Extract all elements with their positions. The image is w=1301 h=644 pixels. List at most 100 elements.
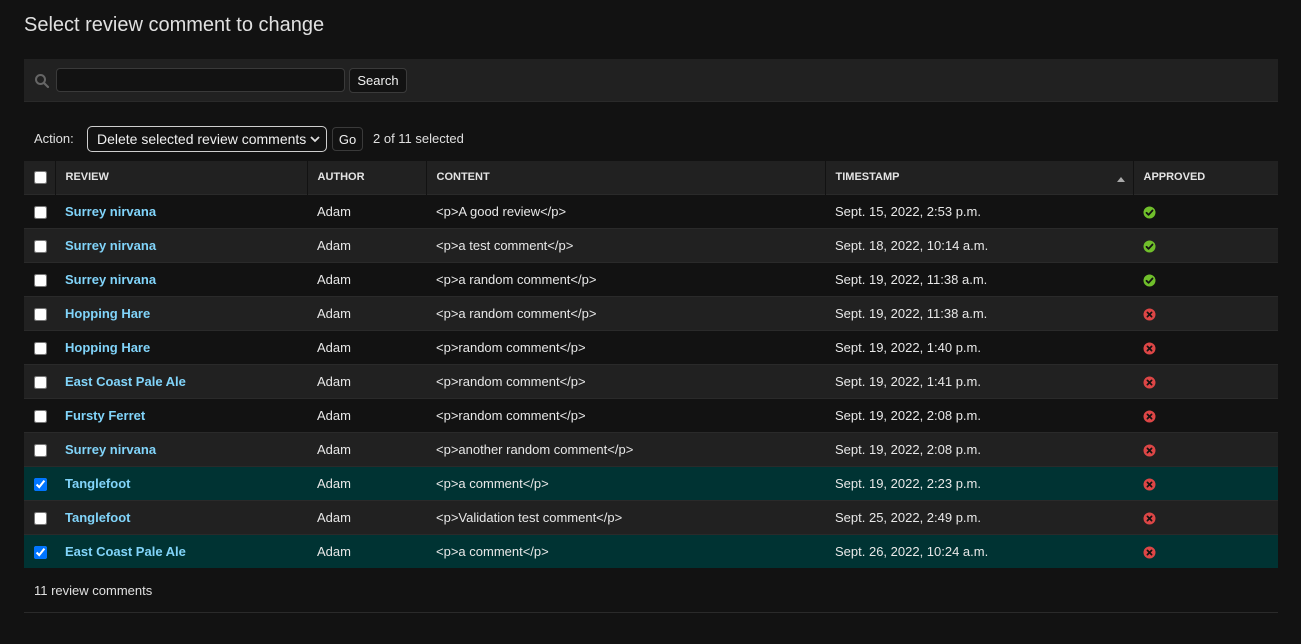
approved-cell	[1133, 227, 1278, 262]
row-select-cell	[24, 499, 55, 534]
table-header-row: REVIEW AUTHOR CONTENT TIMESTAMP APPROVED	[24, 161, 1279, 194]
review-link[interactable]: Hopping Hare	[65, 306, 150, 321]
author-cell: Adam	[307, 499, 426, 534]
x-circle-icon	[1143, 478, 1156, 491]
review-cell: Tanglefoot	[55, 499, 307, 534]
table-row: Surrey nirvana Adam <p>A good review</p>…	[24, 193, 1278, 228]
author-cell: Adam	[307, 397, 426, 432]
result-list-table: REVIEW AUTHOR CONTENT TIMESTAMP APPROVED…	[24, 161, 1279, 568]
content-cell: <p>a random comment</p>	[426, 295, 825, 330]
action-label: Action:	[34, 131, 74, 146]
table-row: Fursty Ferret Adam <p>random comment</p>…	[24, 397, 1278, 432]
review-link[interactable]: East Coast Pale Ale	[65, 374, 186, 389]
row-checkbox[interactable]	[34, 511, 47, 525]
search-input[interactable]	[56, 68, 345, 92]
x-circle-icon	[1143, 410, 1156, 423]
timestamp-cell: Sept. 19, 2022, 2:23 p.m.	[825, 465, 1133, 500]
row-select-cell	[24, 295, 55, 330]
content-cell: <p>Validation test comment</p>	[426, 499, 825, 534]
select-all-checkbox[interactable]	[34, 170, 47, 184]
review-link[interactable]: Surrey nirvana	[65, 442, 156, 457]
approved-cell	[1133, 295, 1278, 330]
review-link[interactable]: Fursty Ferret	[65, 408, 145, 423]
author-cell: Adam	[307, 363, 426, 398]
actions-bar: Action: Delete selected review comments …	[24, 126, 1278, 152]
row-checkbox[interactable]	[34, 545, 47, 559]
x-circle-icon	[1143, 546, 1156, 559]
content-cell: <p>random comment</p>	[426, 397, 825, 432]
approved-cell	[1133, 329, 1278, 364]
approved-cell	[1133, 193, 1278, 228]
review-cell: Surrey nirvana	[55, 227, 307, 262]
timestamp-cell: Sept. 19, 2022, 11:38 a.m.	[825, 261, 1133, 296]
approved-cell	[1133, 261, 1278, 296]
review-cell: Fursty Ferret	[55, 397, 307, 432]
timestamp-cell: Sept. 19, 2022, 11:38 a.m.	[825, 295, 1133, 330]
row-select-cell	[24, 465, 55, 500]
author-cell: Adam	[307, 533, 426, 568]
table-row: Surrey nirvana Adam <p>a random comment<…	[24, 261, 1278, 296]
review-link[interactable]: East Coast Pale Ale	[65, 544, 186, 559]
page-title: Select review comment to change	[24, 14, 325, 36]
review-link[interactable]: Hopping Hare	[65, 340, 150, 355]
row-select-cell	[24, 193, 55, 228]
content-cell: <p>A good review</p>	[426, 193, 825, 228]
review-link[interactable]: Surrey nirvana	[65, 272, 156, 287]
row-checkbox[interactable]	[34, 477, 47, 491]
row-checkbox[interactable]	[34, 375, 47, 389]
review-link[interactable]: Surrey nirvana	[65, 238, 156, 253]
column-header-content[interactable]: CONTENT	[426, 161, 826, 194]
sort-ascending-icon[interactable]	[1116, 177, 1125, 182]
timestamp-cell: Sept. 18, 2022, 10:14 a.m.	[825, 227, 1133, 262]
timestamp-cell: Sept. 26, 2022, 10:24 a.m.	[825, 533, 1133, 568]
timestamp-cell: Sept. 19, 2022, 2:08 p.m.	[825, 397, 1133, 432]
admin-content: Select review comment to change Search A…	[0, 0, 1301, 644]
approved-cell	[1133, 465, 1278, 500]
content-cell: <p>a random comment</p>	[426, 261, 825, 296]
row-checkbox[interactable]	[34, 205, 47, 219]
table-row: Surrey nirvana Adam <p>a test comment</p…	[24, 227, 1278, 262]
row-select-cell	[24, 363, 55, 398]
review-link[interactable]: Tanglefoot	[65, 510, 130, 525]
row-select-cell	[24, 397, 55, 432]
column-header-approved[interactable]: APPROVED	[1133, 161, 1279, 194]
review-link[interactable]: Surrey nirvana	[65, 204, 156, 219]
x-circle-icon	[1143, 342, 1156, 355]
row-checkbox[interactable]	[34, 409, 47, 423]
approved-cell	[1133, 363, 1278, 398]
column-header-author[interactable]: AUTHOR	[307, 161, 427, 194]
review-cell: Hopping Hare	[55, 329, 307, 364]
table-row: Hopping Hare Adam <p>a random comment</p…	[24, 295, 1278, 330]
table-row: Hopping Hare Adam <p>random comment</p> …	[24, 329, 1278, 364]
search-button[interactable]: Search	[349, 68, 407, 93]
row-checkbox[interactable]	[34, 307, 47, 321]
x-circle-icon	[1143, 444, 1156, 457]
check-circle-icon	[1143, 206, 1156, 219]
author-cell: Adam	[307, 193, 426, 228]
approved-cell	[1133, 397, 1278, 432]
approved-cell	[1133, 499, 1278, 534]
review-cell: East Coast Pale Ale	[55, 533, 307, 568]
author-cell: Adam	[307, 465, 426, 500]
check-circle-icon	[1143, 274, 1156, 287]
review-cell: Surrey nirvana	[55, 431, 307, 466]
review-link[interactable]: Tanglefoot	[65, 476, 130, 491]
row-checkbox[interactable]	[34, 273, 47, 287]
review-cell: East Coast Pale Ale	[55, 363, 307, 398]
table-row: Tanglefoot Adam <p>Validation test comme…	[24, 499, 1278, 534]
row-select-cell	[24, 431, 55, 466]
author-cell: Adam	[307, 261, 426, 296]
table-row: East Coast Pale Ale Adam <p>a comment</p…	[24, 533, 1278, 568]
row-checkbox[interactable]	[34, 443, 47, 457]
x-circle-icon	[1143, 308, 1156, 321]
author-cell: Adam	[307, 295, 426, 330]
column-header-review[interactable]: REVIEW	[55, 161, 308, 194]
go-button[interactable]: Go	[332, 127, 363, 151]
row-checkbox[interactable]	[34, 239, 47, 253]
row-checkbox[interactable]	[34, 341, 47, 355]
table-row: East Coast Pale Ale Adam <p>random comme…	[24, 363, 1278, 398]
action-select[interactable]: Delete selected review comments	[87, 126, 327, 152]
review-cell: Surrey nirvana	[55, 261, 307, 296]
column-header-timestamp[interactable]: TIMESTAMP	[825, 161, 1134, 194]
timestamp-cell: Sept. 19, 2022, 1:40 p.m.	[825, 329, 1133, 364]
